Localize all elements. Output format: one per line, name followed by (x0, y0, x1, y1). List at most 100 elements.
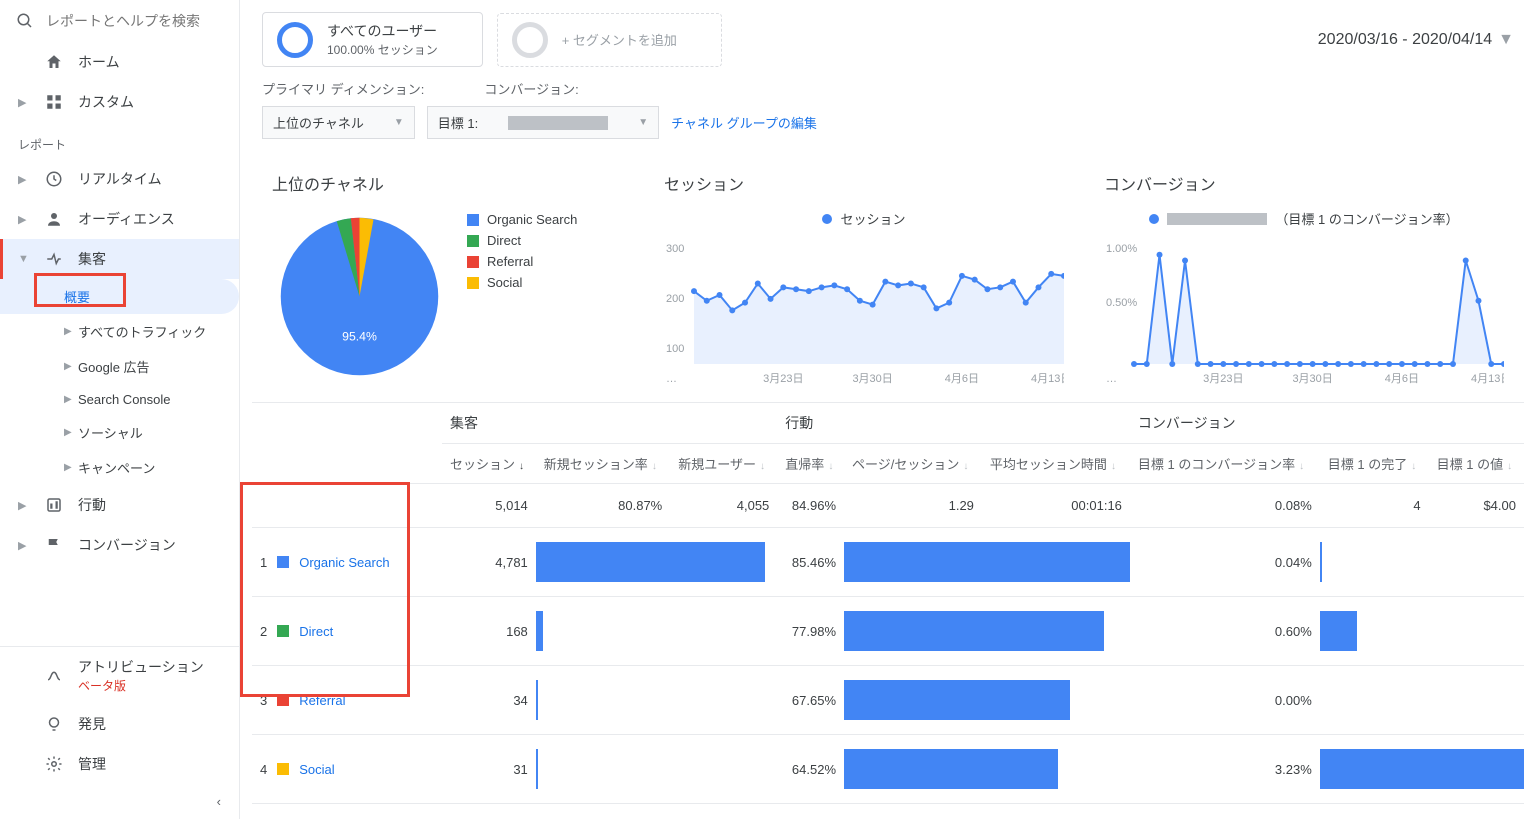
session-line-chart: 300 200 100 3月23日3月30日4月6日4月13日 … (664, 234, 1064, 384)
chevron-right-icon: ▶ (18, 499, 30, 512)
user-icon (44, 210, 64, 228)
chevron-down-icon: ▼ (638, 117, 648, 128)
nav-realtime[interactable]: ▶ リアルタイム (0, 159, 239, 199)
panel-conversion: コンバージョン （目標 1 のコンバージョン率） 1.00% 0.50% 3月2… (1084, 153, 1524, 402)
bulb-icon (44, 715, 64, 733)
beta-badge: ベータ版 (78, 679, 126, 693)
nav-conversions[interactable]: ▶ コンバージョン (0, 525, 239, 565)
panel-top-channels: 上位のチャネル 95.4% Organic SearchDirectReferr… (252, 153, 644, 402)
edit-channel-group-link[interactable]: チャネル グループの編集 (671, 113, 817, 132)
collapse-sidebar[interactable]: ‹ (0, 784, 239, 819)
nav-discover-label: 発見 (78, 714, 106, 734)
subnav-social[interactable]: ▶ソーシャル (0, 415, 239, 450)
nav-discover[interactable]: 発見 (0, 704, 239, 744)
panel-sessions: セッション セッション 300 200 100 3月23日3月30日4月6日4月… (644, 153, 1084, 402)
dot-icon (1149, 214, 1159, 224)
legend-swatch (277, 763, 289, 775)
channel-link[interactable]: Organic Search (299, 555, 389, 570)
legend-swatch (277, 625, 289, 637)
th-session[interactable]: セッション (442, 444, 536, 484)
search-input[interactable] (46, 13, 223, 29)
svg-text:4月13日: 4月13日 (1031, 373, 1064, 384)
nav-acquisition[interactable]: ▼ 集客 (0, 239, 239, 279)
dot-icon (822, 214, 832, 224)
svg-text:200: 200 (666, 293, 684, 305)
table-row: 1 Organic Search 4,781 85.46% 0.04% (252, 528, 1524, 597)
legend-swatch (467, 277, 479, 289)
chevron-right-icon: ▶ (18, 539, 30, 552)
th-new-rate[interactable]: 新規セッション率 (536, 444, 670, 484)
attribution-icon (44, 667, 64, 685)
legend-swatch (467, 214, 479, 226)
chevron-right-icon: ▶ (64, 361, 72, 372)
conversion-line-chart: 1.00% 0.50% 3月23日3月30日4月6日4月13日 … (1104, 234, 1504, 384)
search-icon (16, 12, 34, 30)
pie-legend-item: Organic Search (467, 209, 577, 230)
chevron-right-icon: ▶ (64, 326, 72, 337)
chevron-left-icon: ‹ (217, 794, 221, 809)
conversion-legend: （目標 1 のコンバージョン率） (1104, 209, 1504, 228)
channel-link[interactable]: Social (299, 762, 334, 777)
svg-text:3月23日: 3月23日 (763, 373, 803, 384)
svg-text:4月13日: 4月13日 (1471, 373, 1504, 384)
th-group-conv: コンバージョン (1130, 403, 1524, 444)
th-goal-rate[interactable]: 目標 1 のコンバージョン率 (1130, 444, 1320, 484)
svg-text:100: 100 (666, 343, 684, 355)
primary-dimension-label: プライマリ ディメンション: (262, 79, 424, 98)
table-row: 2 Direct 168 77.98% 0.60% (252, 597, 1524, 666)
channel-link[interactable]: Direct (299, 624, 333, 639)
gear-icon (44, 755, 64, 773)
svg-text:3月23日: 3月23日 (1203, 373, 1243, 384)
nav-attribution[interactable]: アトリビューションベータ版 (0, 647, 239, 704)
date-range-picker[interactable]: 2020/03/16 - 2020/04/14 ▼ (1318, 31, 1514, 49)
redacted-conv-name (1167, 213, 1267, 225)
chevron-right-icon: ▶ (64, 394, 72, 405)
nav-admin[interactable]: 管理 (0, 744, 239, 784)
nav-custom-label: カスタム (78, 92, 134, 112)
th-group-beh: 行動 (777, 403, 1130, 444)
nav-custom[interactable]: ▶ カスタム (0, 82, 239, 122)
chevron-down-icon: ▼ (394, 117, 404, 128)
svg-text:1.00%: 1.00% (1106, 243, 1137, 255)
subnav-all-traffic[interactable]: ▶すべてのトラフィック (0, 314, 239, 349)
th-bounce[interactable]: 直帰率 (777, 444, 844, 484)
pie-legend: Organic SearchDirectReferralSocial (467, 209, 577, 384)
chevron-right-icon: ▶ (18, 173, 30, 186)
sidebar-search[interactable] (0, 0, 239, 42)
legend-swatch (467, 235, 479, 247)
segment-all-users[interactable]: すべてのユーザー 100.00% セッション (262, 12, 483, 67)
legend-swatch (277, 694, 289, 706)
segment-title: すべてのユーザー (327, 21, 438, 41)
pie-legend-item: Social (467, 272, 577, 293)
channel-link[interactable]: Referral (299, 693, 345, 708)
dropdown-goal[interactable]: 目標 1: ▼ (427, 106, 659, 139)
legend-swatch (467, 256, 479, 268)
chevron-right-icon: ▶ (64, 462, 72, 473)
redacted-goal-name (508, 116, 608, 130)
nav-behavior[interactable]: ▶ 行動 (0, 485, 239, 525)
subnav-overview[interactable]: 概要 (0, 279, 239, 314)
home-icon (44, 53, 64, 71)
subnav-google-ads[interactable]: ▶Google 広告 (0, 349, 239, 384)
th-avg[interactable]: 平均セッション時間 (982, 444, 1130, 484)
panel-title-conversion: コンバージョン (1104, 171, 1504, 195)
dropdown-top-channels[interactable]: 上位のチャネル ▼ (262, 106, 415, 139)
th-goal-val[interactable]: 目標 1 の値 (1429, 444, 1524, 484)
panel-title-pie: 上位のチャネル (272, 171, 624, 195)
pie-main-pct: 95.4% (342, 329, 377, 343)
subnav-search-console[interactable]: ▶Search Console (0, 384, 239, 415)
svg-text:4月6日: 4月6日 (945, 373, 979, 384)
nav-audience-label: オーディエンス (78, 209, 175, 229)
nav-audience[interactable]: ▶ オーディエンス (0, 199, 239, 239)
subnav-campaign[interactable]: ▶キャンペーン (0, 450, 239, 485)
segment-subtitle: 100.00% セッション (327, 41, 438, 58)
th-new-users[interactable]: 新規ユーザー (670, 444, 777, 484)
segment-add[interactable]: + セグメントを追加 (497, 13, 722, 67)
chevron-right-icon: ▶ (18, 213, 30, 226)
th-pps[interactable]: ページ/セッション (844, 444, 982, 484)
nav-home[interactable]: ホーム (0, 42, 239, 82)
chevron-right-icon: ▶ (18, 96, 30, 109)
svg-text:…: … (1106, 373, 1117, 384)
nav-admin-label: 管理 (78, 754, 106, 774)
th-goal-done[interactable]: 目標 1 の完了 (1320, 444, 1429, 484)
